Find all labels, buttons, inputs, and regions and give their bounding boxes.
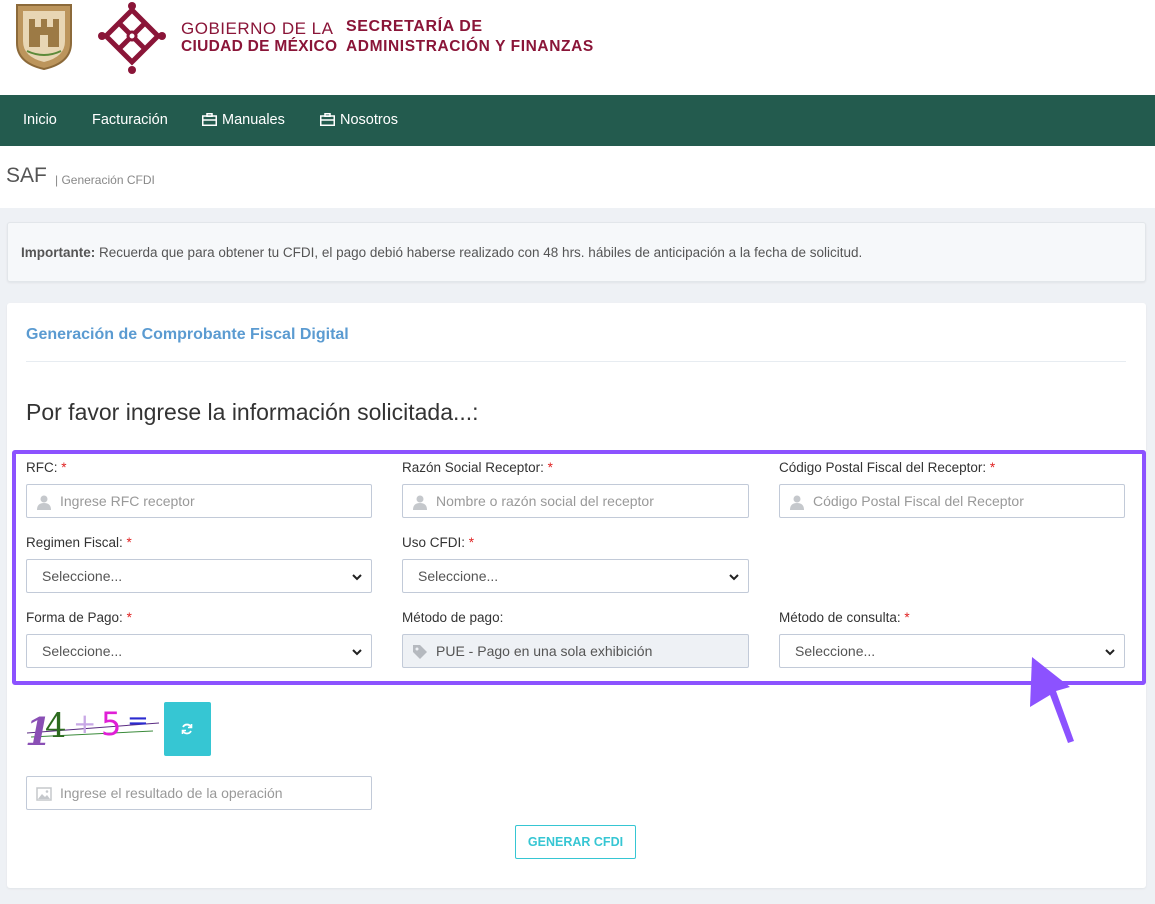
metodo-pago-value: PUE - Pago en una sola exhibición xyxy=(436,643,653,659)
forma-pago-label-text: Forma de Pago: xyxy=(26,610,123,625)
captcha-result-input[interactable] xyxy=(60,777,364,809)
metodo-consulta-label: Método de consulta: * xyxy=(779,610,910,625)
razon-social-input[interactable] xyxy=(436,485,741,517)
forma-pago-label: Forma de Pago: * xyxy=(26,610,132,625)
required-mark: * xyxy=(468,535,475,550)
required-mark: * xyxy=(61,460,67,475)
user-icon xyxy=(37,495,51,510)
chevron-down-icon xyxy=(352,574,362,581)
cdmx-coat-of-arms-logo xyxy=(16,4,72,71)
tag-icon xyxy=(413,645,427,659)
razon-social-label: Razón Social Receptor: * xyxy=(402,460,553,475)
divider xyxy=(26,361,1126,362)
pointer-arrow-icon xyxy=(1030,657,1074,743)
required-mark: * xyxy=(989,460,996,475)
nav-item-label: Inicio xyxy=(23,112,57,128)
nav-item-label: Manuales xyxy=(222,112,285,128)
image-icon xyxy=(36,787,52,801)
select-value: Seleccione... xyxy=(42,643,123,659)
codigo-postal-input-group xyxy=(779,484,1125,518)
chevron-down-icon xyxy=(352,649,362,656)
panel-title: Generación de Comprobante Fiscal Digital xyxy=(26,326,349,343)
razon-social-label-text: Razón Social Receptor: xyxy=(402,460,544,475)
user-icon xyxy=(413,495,427,510)
nav-item-manuales[interactable]: Manuales xyxy=(202,95,285,146)
briefcase-icon xyxy=(202,113,217,126)
codigo-postal-label: Código Postal Fiscal del Receptor: * xyxy=(779,460,995,475)
metodo-consulta-label-text: Método de consulta: xyxy=(779,610,901,625)
select-value: Seleccione... xyxy=(418,568,499,584)
metodo-pago-label: Método de pago: xyxy=(402,610,504,625)
notice-body: Recuerda que para obtener tu CFDI, el pa… xyxy=(95,245,863,260)
site-header: GOBIERNO DE LA CIUDAD DE MÉXICO SECRETAR… xyxy=(0,0,1155,95)
important-notice: Importante: Recuerda que para obtener tu… xyxy=(7,222,1146,282)
chevron-down-icon xyxy=(1105,649,1115,656)
required-mark: * xyxy=(904,610,910,625)
gov-name-line2: CIUDAD DE MÉXICO xyxy=(181,38,338,55)
gov-name-line1: GOBIERNO DE LA xyxy=(181,19,334,38)
captcha-char: 4 xyxy=(45,706,67,746)
page-title: SAF xyxy=(6,164,47,187)
regimen-fiscal-label-text: Regimen Fiscal: xyxy=(26,535,123,550)
rfc-label-text: RFC: xyxy=(26,460,58,475)
breadcrumb: SAF | Generación CFDI xyxy=(0,146,1155,208)
nav-item-label: Facturación xyxy=(92,112,168,128)
generar-cfdi-button[interactable]: GENERAR CFDI xyxy=(515,825,636,859)
captcha-result-input-group xyxy=(26,776,372,810)
notice-bold: Importante: xyxy=(21,245,96,260)
uso-cfdi-select[interactable]: Seleccione... xyxy=(402,559,749,593)
regimen-fiscal-select[interactable]: Seleccione... xyxy=(26,559,372,593)
required-mark: * xyxy=(547,460,553,475)
nav-item-label: Nosotros xyxy=(340,112,399,128)
select-value: Seleccione... xyxy=(42,568,123,584)
metodo-pago-field: PUE - Pago en una sola exhibición xyxy=(402,634,749,668)
captcha-char: + xyxy=(73,707,96,740)
uso-cfdi-label: Uso CFDI: * xyxy=(402,535,474,550)
briefcase-icon xyxy=(320,113,335,126)
rfc-label: RFC: * xyxy=(26,460,67,475)
rfc-input-group xyxy=(26,484,372,518)
codigo-postal-input[interactable] xyxy=(813,485,1117,517)
form-heading: Por favor ingrese la información solicit… xyxy=(26,399,479,425)
forma-pago-select[interactable]: Seleccione... xyxy=(26,634,372,668)
captcha-refresh-button[interactable] xyxy=(164,702,211,756)
codigo-postal-label-text: Código Postal Fiscal del Receptor: xyxy=(779,460,987,475)
notice-text: Importante: Recuerda que para obtener tu… xyxy=(21,245,862,260)
secretaria-line2: ADMINISTRACIÓN Y FINANZAS xyxy=(346,38,594,55)
nav-item-inicio[interactable]: Inicio xyxy=(23,95,57,146)
regimen-fiscal-label: Regimen Fiscal: * xyxy=(26,535,132,550)
captcha-char: = xyxy=(127,706,149,736)
user-icon xyxy=(790,495,804,510)
uso-cfdi-label-text: Uso CFDI: xyxy=(402,535,466,550)
page-subtitle: | Generación CFDI xyxy=(55,173,155,187)
nav-item-facturacion[interactable]: Facturación xyxy=(92,95,168,146)
captcha-char: 5 xyxy=(101,705,121,743)
required-mark: * xyxy=(126,610,132,625)
select-value: Seleccione... xyxy=(795,643,876,659)
chevron-down-icon xyxy=(729,574,739,581)
refresh-icon xyxy=(181,723,193,735)
captcha-image: 1 4 + 5 = xyxy=(25,705,160,751)
rfc-input[interactable] xyxy=(60,485,364,517)
cdmx-logo xyxy=(98,2,166,74)
nav-item-nosotros[interactable]: Nosotros xyxy=(320,95,398,146)
required-mark: * xyxy=(126,535,132,550)
razon-social-input-group xyxy=(402,484,749,518)
secretaria-line1: SECRETARÍA DE xyxy=(346,18,483,35)
main-navbar: Inicio Facturación Manuales Nosotros xyxy=(0,95,1155,146)
